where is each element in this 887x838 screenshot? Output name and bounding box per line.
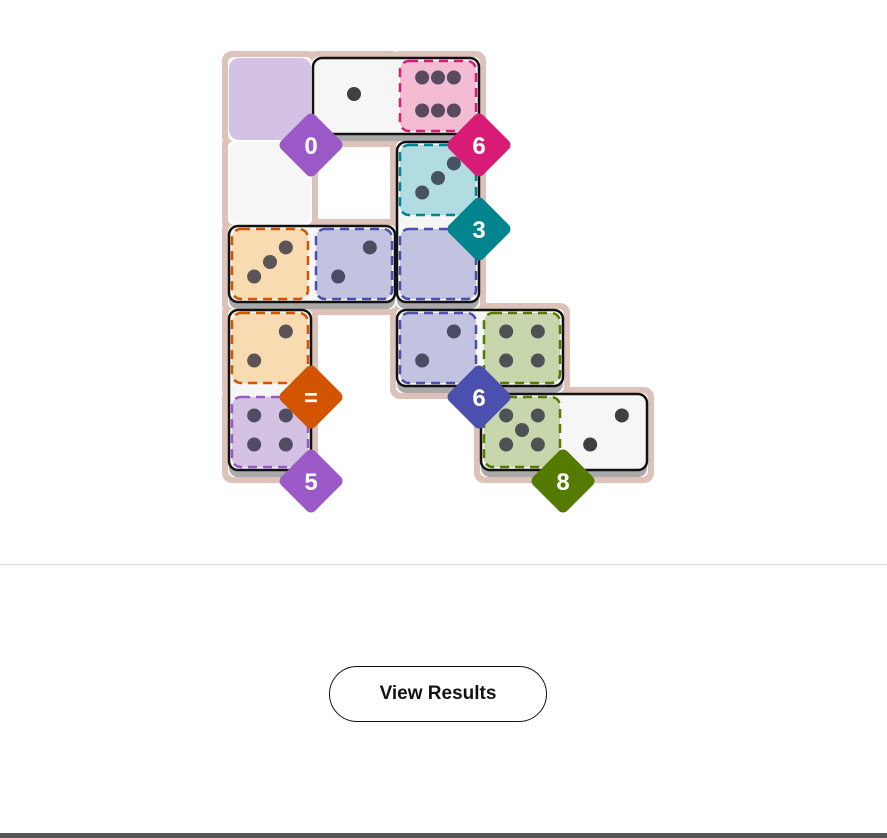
badge-label: 3 [472, 217, 485, 244]
pip [263, 255, 277, 269]
pip [347, 87, 361, 101]
pip [446, 324, 461, 339]
pip [499, 353, 514, 368]
badge-label: 0 [304, 133, 317, 160]
view-results-button[interactable]: View Results [329, 666, 547, 722]
footer-bar [0, 833, 887, 838]
pip [431, 103, 445, 118]
domino[interactable] [311, 56, 481, 141]
domino-half-rb [314, 227, 394, 301]
domino-half-req [230, 311, 310, 385]
badge-label: = [304, 385, 318, 412]
pip [499, 324, 514, 339]
pip [278, 437, 293, 452]
pip [247, 269, 262, 284]
pip [499, 437, 514, 452]
pip [415, 70, 430, 85]
pip [431, 171, 445, 185]
pip [415, 353, 430, 368]
pip [614, 408, 629, 423]
pip [530, 408, 545, 423]
pip [415, 185, 430, 200]
pip [247, 353, 262, 368]
pip [247, 437, 262, 452]
pip [278, 324, 293, 339]
pip [446, 70, 461, 85]
badge-label: 6 [472, 133, 485, 160]
pip [515, 423, 529, 437]
badge-label: 6 [472, 385, 485, 412]
divider [0, 564, 887, 565]
pip [530, 437, 545, 452]
pip [415, 103, 430, 118]
pip [278, 240, 293, 255]
domino-half-r8 [482, 311, 562, 385]
pip [331, 269, 346, 284]
puzzle-board: 0 6 3 = 5 6 8 [222, 51, 654, 513]
domino[interactable] [227, 224, 397, 309]
pip [247, 408, 262, 423]
badge-label: 8 [556, 469, 569, 496]
pip [583, 437, 598, 452]
pip [431, 70, 445, 85]
pip [446, 103, 461, 118]
pip [530, 353, 545, 368]
pip [530, 324, 545, 339]
domino-half-rb [398, 311, 478, 385]
pip [499, 408, 514, 423]
pip [362, 240, 377, 255]
badge-label: 5 [304, 469, 317, 496]
